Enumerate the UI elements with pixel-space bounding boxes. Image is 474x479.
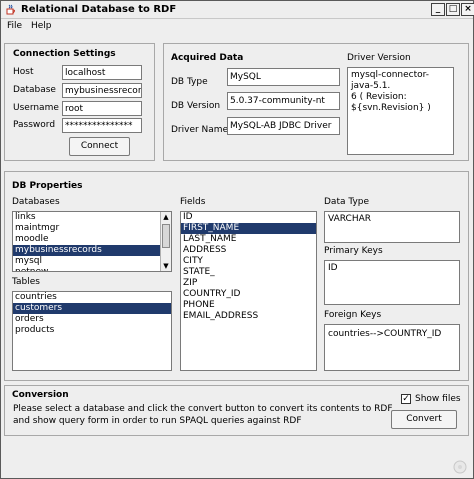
foreign-keys-textarea[interactable]: countries-->COUNTRY_ID <box>324 324 460 371</box>
menu-bar: File Help <box>1 19 473 35</box>
username-input[interactable]: root <box>62 101 142 116</box>
list-item[interactable]: netnew <box>13 267 171 271</box>
tables-list[interactable]: countries customers orders products <box>12 291 172 371</box>
minimize-button[interactable]: _ <box>431 3 445 16</box>
fields-list[interactable]: ID FIRST_NAME LAST_NAME ADDRESS CITY STA… <box>180 211 317 371</box>
acquired-data-panel: Acquired Data DB Type MySQL DB Version 5… <box>163 43 469 161</box>
java-cup-icon <box>6 4 15 15</box>
connection-settings-panel: Connection Settings Host localhost Datab… <box>4 43 155 161</box>
host-input[interactable]: localhost <box>62 65 142 80</box>
db-version-label: DB Version <box>171 101 221 111</box>
maximize-button[interactable]: □ <box>446 3 460 16</box>
conversion-description-line: Please select a database and click the c… <box>13 404 393 414</box>
host-label: Host <box>13 67 34 77</box>
resize-grip-icon[interactable] <box>453 460 467 474</box>
show-files-label[interactable]: Show files <box>415 394 461 404</box>
list-item[interactable]: maintmgr <box>13 223 171 234</box>
list-item[interactable]: ADDRESS <box>181 245 316 256</box>
scroll-down-icon[interactable]: ▼ <box>161 261 171 271</box>
list-item-selected[interactable]: mybusinessrecords <box>13 245 171 256</box>
driver-name-label: Driver Name <box>171 125 229 135</box>
connect-button[interactable]: Connect <box>69 137 130 156</box>
username-label: Username <box>13 103 59 113</box>
password-label: Password <box>13 120 56 130</box>
driver-version-line: mysql-connector-java-5.1. <box>351 70 429 91</box>
db-version-field: 5.0.37-community-nt <box>227 92 340 110</box>
window-title: Relational Database to RDF <box>21 4 177 15</box>
foreign-keys-label: Foreign Keys <box>324 310 382 320</box>
convert-button[interactable]: Convert <box>391 410 457 429</box>
fields-label: Fields <box>180 197 206 207</box>
list-item-selected[interactable]: customers <box>13 303 171 314</box>
connection-settings-title: Connection Settings <box>13 49 116 59</box>
db-properties-panel: DB Properties Databases links maintmgr m… <box>4 171 469 381</box>
app-window: Relational Database to RDF _ □ × File He… <box>0 0 474 479</box>
data-type-label: Data Type <box>324 197 370 207</box>
list-item[interactable]: ID <box>181 212 316 223</box>
list-item[interactable]: CITY <box>181 256 316 267</box>
list-item[interactable]: products <box>13 325 171 336</box>
list-item-selected[interactable]: FIRST_NAME <box>181 223 316 234</box>
list-item[interactable]: orders <box>13 314 171 325</box>
acquired-data-title: Acquired Data <box>171 53 244 63</box>
driver-version-line: 6 ( Revision: <box>351 92 407 102</box>
primary-keys-textarea[interactable]: ID <box>324 260 460 305</box>
list-item[interactable]: COUNTRY_ID <box>181 289 316 300</box>
conversion-panel: Conversion Please select a database and … <box>4 385 469 436</box>
db-properties-title: DB Properties <box>12 181 83 191</box>
database-label: Database <box>13 85 56 95</box>
driver-name-field: MySQL-AB JDBC Driver <box>227 117 340 135</box>
conversion-description-line: and show query form in order to run SPAQ… <box>13 416 302 426</box>
db-type-label: DB Type <box>171 77 208 87</box>
status-area <box>1 441 473 478</box>
password-input[interactable]: *************** <box>62 118 142 133</box>
list-item[interactable]: PHONE <box>181 300 316 311</box>
menu-file[interactable]: File <box>7 21 22 31</box>
close-button[interactable]: × <box>461 3 474 16</box>
primary-keys-label: Primary Keys <box>324 246 383 256</box>
list-item[interactable]: ZIP <box>181 278 316 289</box>
databases-scrollbar[interactable]: ▲ ▼ <box>160 212 171 271</box>
list-item[interactable]: moodle <box>13 234 171 245</box>
menu-help[interactable]: Help <box>31 21 52 31</box>
driver-version-label: Driver Version <box>347 53 411 63</box>
conversion-title: Conversion <box>12 390 69 400</box>
database-input[interactable]: mybusinessrecords <box>62 83 142 98</box>
maximize-icon: □ <box>448 4 458 14</box>
show-files-checkbox[interactable]: ✓ <box>401 394 411 404</box>
title-bar[interactable]: Relational Database to RDF _ □ × <box>1 1 474 19</box>
databases-list[interactable]: links maintmgr moodle mybusinessrecords … <box>12 211 172 272</box>
list-item[interactable]: countries <box>13 292 171 303</box>
scroll-thumb[interactable] <box>162 224 170 248</box>
checkmark-icon: ✓ <box>402 394 410 404</box>
driver-version-textarea[interactable]: mysql-connector-java-5.1. 6 ( Revision: … <box>347 67 454 155</box>
minimize-icon: _ <box>435 4 441 14</box>
list-item[interactable]: LAST_NAME <box>181 234 316 245</box>
close-icon: × <box>464 4 472 14</box>
tables-label: Tables <box>12 277 40 287</box>
list-item[interactable]: mysql <box>13 256 171 267</box>
databases-label: Databases <box>12 197 60 207</box>
data-type-textarea[interactable]: VARCHAR <box>324 211 460 243</box>
db-type-field: MySQL <box>227 68 340 86</box>
scroll-up-icon[interactable]: ▲ <box>161 212 171 222</box>
list-item[interactable]: STATE_ <box>181 267 316 278</box>
list-item[interactable]: links <box>13 212 171 223</box>
driver-version-line: ${svn.Revision} ) <box>351 103 431 113</box>
list-item[interactable]: EMAIL_ADDRESS <box>181 311 316 322</box>
